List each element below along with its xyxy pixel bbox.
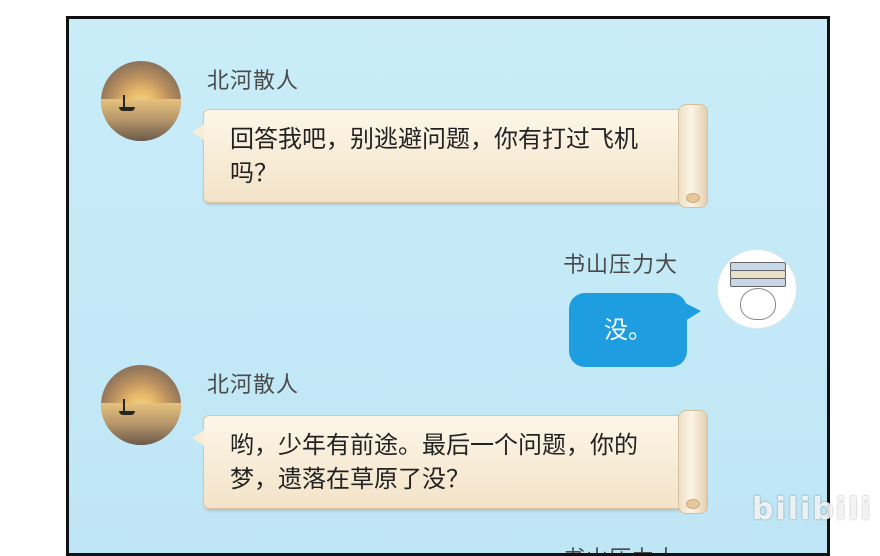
sender-name: 北河散人 [207,69,300,94]
avatar-books-icon[interactable] [717,249,797,329]
message-bubble-blue: 没。 [569,293,701,367]
avatar-sunset-icon[interactable] [101,61,181,141]
message-bubble-scroll: 哟，少年有前途。最后一个问题，你的梦，遗落在草原了没？ [192,410,708,514]
bilibili-watermark: bilibili [752,492,873,527]
message-text: 回答我吧，别逃避问题，你有打过飞机吗？ [230,125,638,187]
scroll-roll-decoration [678,104,708,208]
comic-panel: 北河散人 回答我吧，别逃避问题，你有打过飞机吗？ 书山压力大 没。 北河散人 哟… [66,16,830,556]
avatar-sunset-icon[interactable] [101,365,181,445]
sender-name: 北河散人 [207,373,300,398]
sender-name: 书山压力大 [563,253,679,278]
message-bubble-scroll: 回答我吧，别逃避问题，你有打过飞机吗？ [192,104,708,208]
message-text: 没。 [604,316,652,344]
scroll-roll-decoration [678,410,708,514]
message-text: 哟，少年有前途。最后一个问题，你的梦，遗落在草原了没？ [230,431,638,493]
